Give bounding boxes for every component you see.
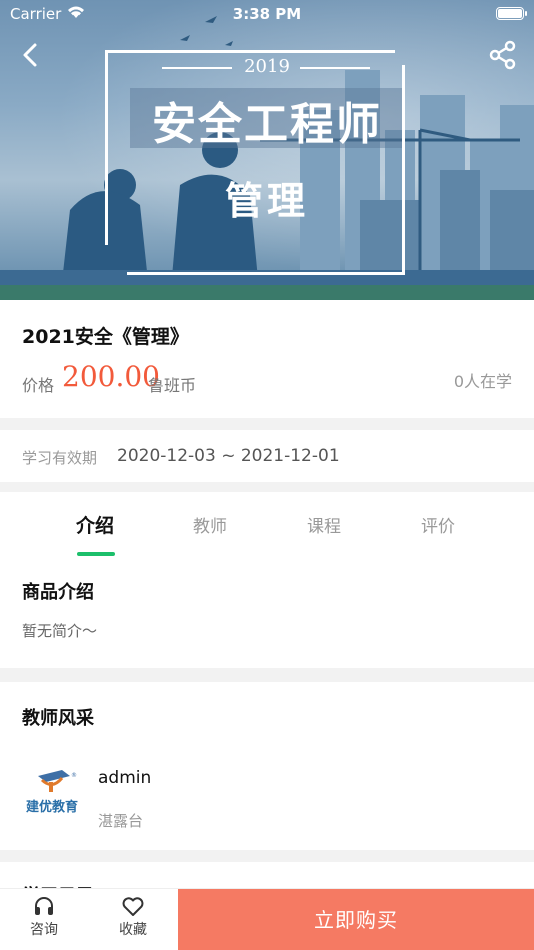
validity-row: 学习有效期 2020-12-03 ~ 2021-12-01 [0, 430, 534, 482]
validity-label: 学习有效期 [22, 449, 98, 467]
intro-section-title: 商品介绍 [22, 582, 94, 603]
bottom-action-bar: 咨询 收藏 立即购买 [0, 888, 534, 950]
price-label: 价格 [22, 376, 55, 395]
teacher-logo-text: 建优教育 [26, 799, 78, 815]
teacher-avatar-logo[interactable]: ® 建优教育 [20, 768, 84, 818]
active-tab-indicator [77, 552, 115, 556]
tab-course[interactable]: 课程 [279, 512, 369, 537]
svg-text:®: ® [71, 772, 77, 779]
banner-subtitle: 管理 [224, 178, 309, 223]
headphones-icon [35, 897, 53, 915]
status-bar: Carrier 3:38 PM [0, 0, 534, 30]
consult-label: 咨询 [30, 922, 58, 938]
tab-teacher[interactable]: 教师 [165, 512, 255, 537]
buy-now-button[interactable]: 立即购买 [178, 889, 534, 950]
favorite-button[interactable]: 收藏 [93, 895, 173, 939]
tab-review[interactable]: 评价 [393, 512, 483, 537]
tab-intro[interactable]: 介绍 [50, 511, 140, 538]
teachers-section-title: 教师风采 [22, 708, 94, 729]
hero-banner: 2019 安全工程师 管理 Carrier 3:38 PM [0, 0, 534, 300]
back-button[interactable] [14, 38, 48, 72]
chevron-left-icon [23, 43, 37, 67]
share-button[interactable] [486, 38, 520, 72]
consult-button[interactable]: 咨询 [4, 895, 84, 939]
teachers-card: 教师风采 ® 建优教育 admin 湛露台 [0, 682, 534, 850]
learner-count: 0人在学 [453, 372, 512, 391]
teacher-organization: 湛露台 [98, 812, 144, 830]
banner-year: 2019 [244, 56, 290, 77]
favorite-label: 收藏 [119, 922, 147, 938]
share-icon [489, 40, 516, 70]
product-info-card: 2021安全《管理》 价格 200.00 鲁班币 0人在学 [0, 300, 534, 418]
detail-tabs-card: 介绍 教师 课程 评价 商品介绍 暂无简介～ [0, 492, 534, 668]
product-title: 2021安全《管理》 [22, 326, 189, 348]
price-value: 200.00 [62, 360, 160, 393]
banner-title: 安全工程师 [152, 99, 382, 150]
validity-value: 2020-12-03 ~ 2021-12-01 [117, 446, 340, 466]
teacher-name[interactable]: admin [98, 768, 151, 788]
intro-body: 暂无简介～ [22, 622, 98, 640]
battery-icon [496, 7, 527, 20]
price-unit: 鲁班币 [148, 376, 197, 395]
heart-icon [122, 897, 144, 916]
clock: 3:38 PM [232, 5, 302, 23]
